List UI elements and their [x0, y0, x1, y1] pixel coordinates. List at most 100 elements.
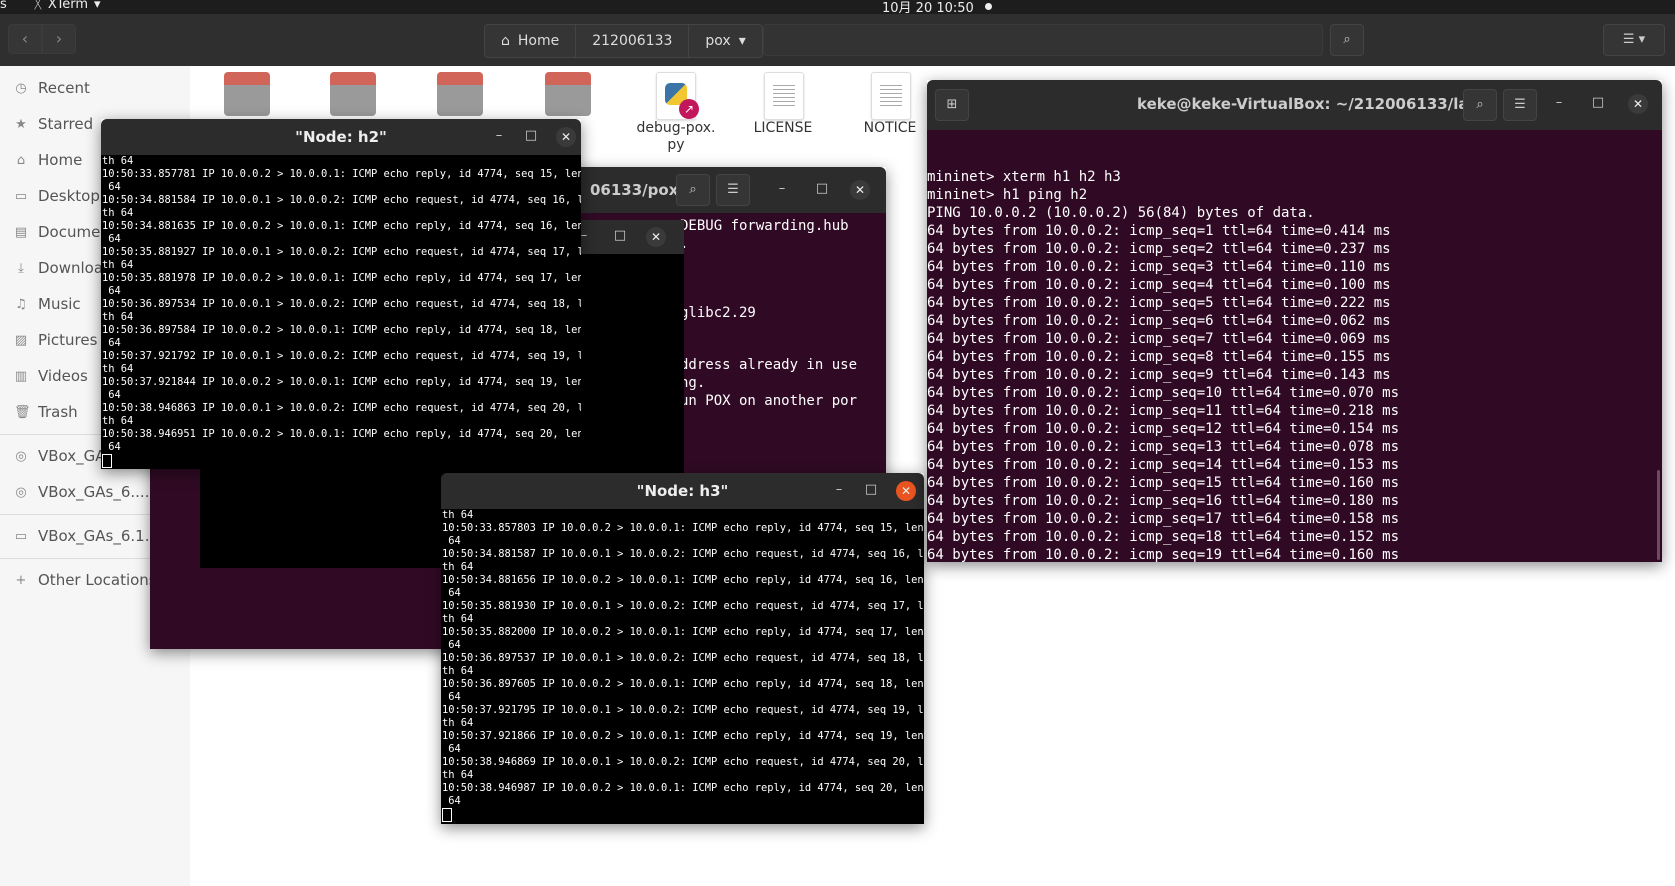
search-icon: ⌕	[1476, 97, 1484, 112]
sidebar-item-pictures[interactable]: ▨ Pictures	[14, 322, 98, 358]
minimize-button[interactable]: –	[829, 482, 849, 497]
close-button[interactable]: ✕	[896, 481, 916, 501]
file-label-notice[interactable]: NOTICE	[850, 120, 930, 136]
file-label-license[interactable]: LICENSE	[743, 120, 823, 136]
window-title: keke@keke-VirtualBox: ~/212006133/lab5	[1137, 95, 1490, 113]
music-icon: ♫	[15, 296, 27, 312]
path-segment[interactable]: 212006133	[576, 25, 690, 57]
app-name: XTerm	[47, 0, 88, 12]
maximize-button[interactable]: □	[1588, 95, 1608, 110]
path-segment-current[interactable]: pox ▾	[689, 25, 761, 57]
terminal-line: glibc2.29	[680, 305, 756, 321]
list-icon: ☰ ▾	[1622, 32, 1646, 47]
search-button[interactable]: ⌕	[1330, 24, 1364, 56]
text-file-icon[interactable]	[764, 72, 804, 120]
xterm-icon: ᚷ	[34, 0, 42, 12]
sidebar-item-music[interactable]: ♫ Music	[14, 286, 81, 322]
text-file-icon[interactable]	[871, 72, 911, 120]
minimize-button[interactable]: –	[489, 128, 509, 143]
window-title: 06133/pox	[590, 181, 679, 199]
top-bar: s ᚷ XTerm ▾ 10月 20 10:50	[0, 0, 1675, 16]
file-label-debug-pox[interactable]: debug-pox. py	[630, 120, 722, 154]
main-terminal-window: ⊞ keke@keke-VirtualBox: ~/212006133/lab5…	[927, 80, 1662, 562]
minimize-button[interactable]: –	[772, 181, 792, 196]
terminal-line: 64 bytes from 10.0.0.2: icmp_seq=10 ttl=…	[927, 385, 1400, 401]
folder-icon[interactable]	[437, 72, 483, 116]
terminal-line: DEBUG forwarding.hub	[680, 218, 849, 234]
sidebar-item-home[interactable]: ⌂ Home	[14, 142, 82, 178]
h2-titlebar[interactable]: "Node: h2" – □ ✕	[101, 119, 581, 155]
search-button[interactable]: ⌕	[676, 174, 710, 206]
new-tab-button[interactable]: ⊞	[935, 89, 969, 121]
terminal-line: un POX on another por	[680, 393, 858, 409]
python-file-icon[interactable]: ↗	[656, 72, 699, 120]
app-menu[interactable]: ᚷ XTerm ▾	[34, 0, 101, 12]
terminal-line: 64 bytes from 10.0.0.2: icmp_seq=16 ttl=…	[927, 493, 1400, 509]
close-button[interactable]: ✕	[850, 180, 870, 200]
folder-icon[interactable]	[224, 72, 270, 116]
pox-terminal-output: DEBUG forwarding.hub. glibc2.29 ddress alr…	[680, 217, 857, 410]
path-bar-fill[interactable]	[763, 24, 1323, 56]
terminal-line: 64 bytes from 10.0.0.2: icmp_seq=6 ttl=6…	[927, 313, 1391, 329]
h3-terminal-body[interactable]: th 64 10:50:33.857803 IP 10.0.0.2 > 10.0…	[441, 509, 924, 824]
close-button[interactable]: ✕	[1628, 94, 1648, 114]
terminal-line: 64 bytes from 10.0.0.2: icmp_seq=17 ttl=…	[927, 511, 1400, 527]
home-icon: ⌂	[501, 33, 510, 49]
menu-button[interactable]: ☰	[1503, 89, 1537, 121]
terminal-line: 64 bytes from 10.0.0.2: icmp_seq=12 ttl=…	[927, 421, 1400, 437]
view-options-button[interactable]: ☰ ▾	[1603, 24, 1665, 56]
main-terminal-body[interactable]: mininet> xterm h1 h2 h3 mininet> h1 ping …	[927, 130, 1662, 562]
terminal-line: 64 bytes from 10.0.0.2: icmp_seq=11 ttl=…	[927, 403, 1400, 419]
menu-button[interactable]: ☰	[716, 174, 750, 206]
h3-xterm-window: "Node: h3" – □ ✕ th 64 10:50:33.857803 I…	[441, 473, 924, 824]
maximize-button[interactable]: □	[521, 128, 541, 143]
maximize-button[interactable]: □	[812, 181, 832, 196]
main-terminal-titlebar[interactable]: ⊞ keke@keke-VirtualBox: ~/212006133/lab5…	[927, 80, 1662, 130]
trash-icon: 🗑	[14, 404, 31, 420]
window-title: "Node: h3"	[636, 482, 729, 500]
folder-icon[interactable]	[330, 72, 376, 116]
terminal-line: 64 bytes from 10.0.0.2: icmp_seq=4 ttl=6…	[927, 277, 1391, 293]
hidden-xterm-titlebar[interactable]: – □ ✕	[570, 220, 684, 254]
maximize-button[interactable]: □	[610, 228, 630, 243]
h2-terminal-body[interactable]: th 64 10:50:33.857781 IP 10.0.0.2 > 10.0…	[101, 155, 581, 469]
chevron-down-icon: ▾	[738, 33, 746, 49]
back-button[interactable]: ‹	[8, 24, 42, 54]
close-button[interactable]: ✕	[556, 127, 576, 147]
sidebar-item-starred[interactable]: ★ Starred	[14, 106, 93, 142]
terminal-line: 64 bytes from 10.0.0.2: icmp_seq=13 ttl=…	[927, 439, 1400, 455]
activities-label[interactable]: s	[0, 0, 7, 12]
sidebar-item-desktop[interactable]: ▭ Desktop	[14, 178, 100, 214]
sidebar-item-trash[interactable]: 🗑 Trash	[14, 394, 78, 430]
sidebar-item-recent[interactable]: ◷ Recent	[14, 70, 90, 106]
h3-titlebar[interactable]: "Node: h3" – □ ✕	[441, 473, 924, 509]
folder-icon[interactable]	[545, 72, 591, 116]
forward-button[interactable]: ›	[42, 24, 76, 54]
sidebar-item-vbox-3[interactable]: ▭ VBox_GAs_6.1.38	[14, 518, 169, 554]
chevron-down-icon: ▾	[94, 0, 101, 12]
search-button[interactable]: ⌕	[1463, 89, 1497, 121]
plus-icon: +	[15, 572, 27, 588]
scrollbar[interactable]	[1657, 470, 1660, 560]
sidebar-item-videos[interactable]: ▥ Videos	[14, 358, 88, 394]
disc-icon: ◎	[15, 484, 27, 500]
sidebar-item-vbox-2[interactable]: ◎ VBox_GAs_6....	[14, 474, 149, 510]
terminal-line: 64 bytes from 10.0.0.2: icmp_seq=18 ttl=…	[927, 529, 1400, 545]
terminal-line: 64 bytes from 10.0.0.2: icmp_seq=8 ttl=6…	[927, 349, 1391, 365]
terminal-line: mininet> h1 ping h2	[927, 187, 1088, 203]
terminal-line: 64 bytes from 10.0.0.2: icmp_seq=19 ttl=…	[927, 547, 1400, 562]
terminal-line: ddress already in use	[680, 357, 858, 373]
path-home[interactable]: ⌂ Home	[485, 25, 577, 57]
minimize-button[interactable]: –	[1549, 95, 1569, 110]
clock-icon: ◷	[15, 80, 27, 96]
desktop-icon: ▭	[14, 188, 28, 204]
text-cursor	[442, 808, 452, 822]
download-icon: ⤓	[18, 260, 24, 276]
maximize-button[interactable]: □	[861, 482, 881, 497]
sidebar-item-other-locations[interactable]: + Other Locations	[14, 562, 157, 598]
close-button[interactable]: ✕	[646, 227, 666, 247]
